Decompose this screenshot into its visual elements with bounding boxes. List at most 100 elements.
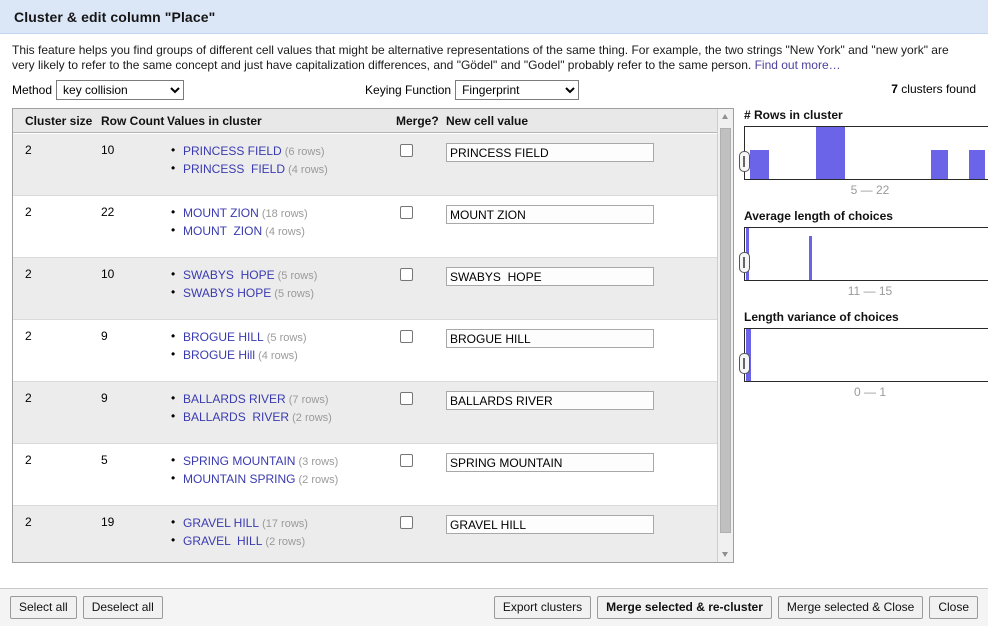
controls-row: Method key collision Keying Function Fin… xyxy=(12,79,976,101)
cluster-value-rowcount: (5 rows) xyxy=(264,332,307,344)
cluster-value-text[interactable]: MOUNTAIN SPRING xyxy=(183,472,295,486)
cluster-value-text[interactable]: BALLARDS RIVER xyxy=(183,392,286,406)
find-out-more-link[interactable]: Find out more… xyxy=(755,58,841,72)
cell-cluster-size: 2 xyxy=(13,329,101,343)
cluster-value-text[interactable]: GRAVEL HILL xyxy=(183,534,262,548)
merge-selected-recluster-button[interactable]: Merge selected & re-cluster xyxy=(597,596,772,619)
cell-merge xyxy=(386,329,446,346)
scroll-down-arrow-icon[interactable] xyxy=(718,546,733,562)
column-header-cluster-size: Cluster size xyxy=(13,114,101,128)
histogram-bar xyxy=(750,150,769,179)
facet-histogram[interactable] xyxy=(744,126,988,180)
table-row: 29BALLARDS RIVER (7 rows)BALLARDS RIVER … xyxy=(13,382,717,444)
method-select[interactable]: key collision xyxy=(56,80,184,100)
cluster-value-text[interactable]: SWABYS HOPE xyxy=(183,268,275,282)
facet: # Rows in cluster5 — 22 xyxy=(744,108,988,197)
table-row: 29BROGUE HILL (5 rows)BROGUE Hill (4 row… xyxy=(13,320,717,382)
scrollbar-thumb[interactable] xyxy=(720,128,731,533)
cluster-value-text[interactable]: PRINCESS FIELD xyxy=(183,144,282,158)
cluster-value-rowcount: (2 rows) xyxy=(295,474,338,486)
merge-checkbox[interactable] xyxy=(400,206,413,219)
cell-row-count: 9 xyxy=(101,329,167,343)
cell-new-value: BALLARDS RIVER xyxy=(446,391,696,410)
new-cell-value-input[interactable]: BALLARDS RIVER xyxy=(446,391,654,410)
new-cell-value-input[interactable]: SPRING MOUNTAIN xyxy=(446,453,654,472)
merge-checkbox[interactable] xyxy=(400,454,413,467)
table-row: 219GRAVEL HILL (17 rows)GRAVEL HILL (2 r… xyxy=(13,506,717,562)
cell-merge xyxy=(386,453,446,470)
keying-function-select[interactable]: Fingerprint xyxy=(455,80,579,100)
cluster-value-item: GRAVEL HILL (2 rows) xyxy=(183,533,386,550)
keying-group: Keying Function Fingerprint xyxy=(365,80,579,100)
facet-histogram[interactable] xyxy=(744,328,988,382)
cluster-value-text[interactable]: PRINCESS FIELD xyxy=(183,162,285,176)
cluster-value-list: BALLARDS RIVER (7 rows)BALLARDS RIVER (2… xyxy=(167,391,386,426)
merge-checkbox[interactable] xyxy=(400,516,413,529)
cell-row-count: 22 xyxy=(101,205,167,219)
cluster-value-text[interactable]: MOUNT ZION xyxy=(183,206,259,220)
merge-checkbox[interactable] xyxy=(400,268,413,281)
merge-checkbox[interactable] xyxy=(400,392,413,405)
footer-left-buttons: Select all Deselect all xyxy=(10,596,163,619)
scroll-up-arrow-icon[interactable] xyxy=(718,109,733,125)
keying-function-label: Keying Function xyxy=(365,83,451,97)
cluster-value-list: SWABYS HOPE (5 rows)SWABYS HOPE (5 rows) xyxy=(167,267,386,302)
cluster-value-text[interactable]: GRAVEL HILL xyxy=(183,516,259,530)
cluster-value-rowcount: (6 rows) xyxy=(282,146,325,158)
merge-checkbox[interactable] xyxy=(400,144,413,157)
cell-merge xyxy=(386,267,446,284)
close-button[interactable]: Close xyxy=(929,596,978,619)
new-cell-value-input[interactable]: MOUNT ZION xyxy=(446,205,654,224)
cluster-value-text[interactable]: BROGUE HILL xyxy=(183,330,264,344)
range-slider-handle-left[interactable] xyxy=(739,353,750,374)
histogram-bar xyxy=(969,150,985,179)
cluster-value-item: BALLARDS RIVER (7 rows) xyxy=(183,391,386,408)
cell-row-count: 10 xyxy=(101,143,167,157)
cluster-value-text[interactable]: MOUNT ZION xyxy=(183,224,262,238)
cluster-value-text[interactable]: BROGUE Hill xyxy=(183,348,255,362)
clusters-found-suffix: clusters found xyxy=(898,82,976,96)
new-cell-value-input[interactable]: GRAVEL HILL xyxy=(446,515,654,534)
cluster-value-text[interactable]: SWABYS HOPE xyxy=(183,286,271,300)
cell-values-in-cluster: MOUNT ZION (18 rows)MOUNT ZION (4 rows) xyxy=(167,205,386,241)
cell-new-value: MOUNT ZION xyxy=(446,205,696,224)
cluster-value-rowcount: (4 rows) xyxy=(285,164,328,176)
facet-range-label: 11 — 15 xyxy=(744,281,988,298)
clusters-found-count: 7 xyxy=(891,82,898,96)
intro-paragraph: This feature helps you find groups of di… xyxy=(12,43,972,73)
cell-new-value: GRAVEL HILL xyxy=(446,515,696,534)
deselect-all-button[interactable]: Deselect all xyxy=(83,596,163,619)
range-slider-handle-left[interactable] xyxy=(739,151,750,172)
new-cell-value-input[interactable]: SWABYS HOPE xyxy=(446,267,654,286)
range-slider-handle-left[interactable] xyxy=(739,252,750,273)
cluster-value-item: SWABYS HOPE (5 rows) xyxy=(183,285,386,302)
method-label: Method xyxy=(12,83,52,97)
table-row: 210PRINCESS FIELD (6 rows)PRINCESS FIELD… xyxy=(13,134,717,196)
cluster-value-text[interactable]: BALLARDS RIVER xyxy=(183,410,289,424)
table-vertical-scrollbar[interactable] xyxy=(717,109,733,562)
select-all-button[interactable]: Select all xyxy=(10,596,77,619)
cluster-value-list: SPRING MOUNTAIN (3 rows)MOUNTAIN SPRING … xyxy=(167,453,386,488)
facet-histogram-wrap xyxy=(744,328,988,382)
cluster-value-item: BALLARDS RIVER (2 rows) xyxy=(183,409,386,426)
cell-new-value: SWABYS HOPE xyxy=(446,267,696,286)
facet-title: Average length of choices xyxy=(744,209,988,223)
clusters-table-panel: Cluster size Row Count Values in cluster… xyxy=(12,108,734,563)
new-cell-value-input[interactable]: PRINCESS FIELD xyxy=(446,143,654,162)
facet-histogram-wrap xyxy=(744,126,988,180)
cluster-value-item: BROGUE HILL (5 rows) xyxy=(183,329,386,346)
cell-merge xyxy=(386,205,446,222)
cluster-value-list: GRAVEL HILL (17 rows)GRAVEL HILL (2 rows… xyxy=(167,515,386,550)
cluster-value-rowcount: (5 rows) xyxy=(271,288,314,300)
cell-cluster-size: 2 xyxy=(13,143,101,157)
merge-selected-close-button[interactable]: Merge selected & Close xyxy=(778,596,923,619)
cell-new-value: BROGUE HILL xyxy=(446,329,696,348)
cluster-value-rowcount: (18 rows) xyxy=(259,208,308,220)
merge-checkbox[interactable] xyxy=(400,330,413,343)
export-clusters-button[interactable]: Export clusters xyxy=(494,596,591,619)
cluster-value-rowcount: (2 rows) xyxy=(289,412,332,424)
cluster-value-text[interactable]: SPRING MOUNTAIN xyxy=(183,454,295,468)
new-cell-value-input[interactable]: BROGUE HILL xyxy=(446,329,654,348)
facet-histogram[interactable] xyxy=(744,227,988,281)
facet-range-label: 0 — 1 xyxy=(744,382,988,399)
